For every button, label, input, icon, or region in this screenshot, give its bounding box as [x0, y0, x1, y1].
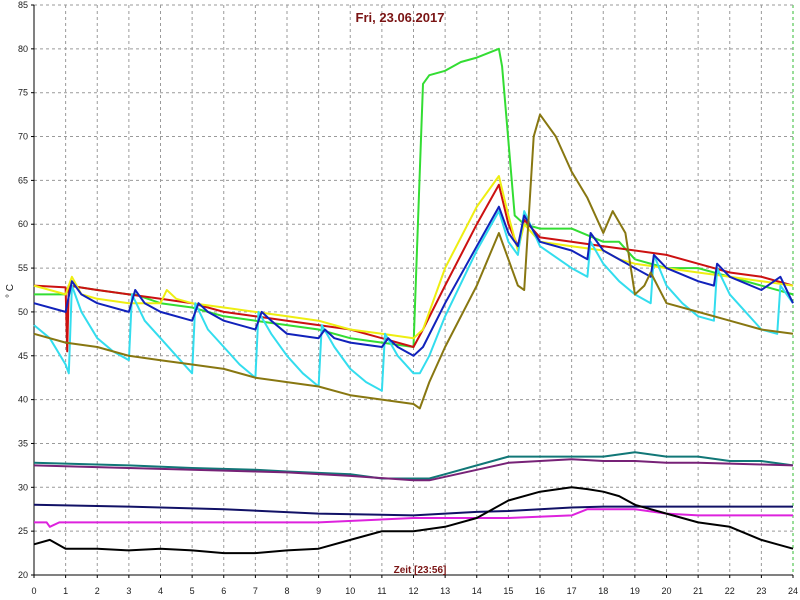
y-tick-label: 30	[18, 482, 28, 492]
grid-lines	[34, 4, 794, 575]
x-tick-label: 4	[158, 586, 163, 596]
x-tick-label: 1	[63, 586, 68, 596]
x-tick-label: 16	[535, 586, 545, 596]
x-tick-labels: 0 1 2 3 4 5 6 7 8 9 10 11 12 13 14 15 16 17 18 19 20 21 22 23 24	[31, 586, 798, 596]
y-tick-label: 55	[18, 263, 28, 273]
x-tick-label: 0	[31, 586, 36, 596]
series-line-6	[33, 113, 794, 410]
y-axis-label: ° C	[5, 284, 16, 298]
temperature-chart: 2025303540455055606570758085 01234567891…	[5, 0, 798, 596]
y-tick-label: 20	[18, 570, 28, 580]
y-tick-label: 35	[18, 438, 28, 448]
x-tick-label: 5	[190, 586, 195, 596]
y-tick-label: 50	[18, 307, 28, 317]
y-tick-label: 70	[18, 132, 28, 142]
y-tick-label: 45	[18, 351, 28, 361]
x-tick-label: 11	[377, 586, 386, 596]
x-tick-label: 7	[253, 586, 258, 596]
x-tick-label: 10	[345, 586, 355, 596]
x-tick-label: 23	[756, 586, 766, 596]
x-tick-label: 17	[567, 586, 577, 596]
y-tick-label: 25	[18, 526, 28, 536]
x-tick-label: 24	[788, 586, 798, 596]
x-tick-label: 9	[316, 586, 321, 596]
x-tick-label: 20	[661, 586, 671, 596]
x-tick-label: 12	[408, 586, 418, 596]
x-tick-label: 8	[284, 586, 289, 596]
y-tick-label: 85	[18, 0, 28, 10]
x-tick-label: 6	[221, 586, 226, 596]
x-tick-label: 18	[598, 586, 608, 596]
x-tick-label: 14	[472, 586, 482, 596]
x-tick-label: 22	[725, 586, 735, 596]
x-tick-label: 19	[630, 586, 640, 596]
axes	[31, 4, 794, 578]
y-tick-label: 80	[18, 44, 28, 54]
y-tick-label: 40	[18, 395, 28, 405]
y-tick-label: 60	[18, 219, 28, 229]
x-tick-label: 15	[503, 586, 513, 596]
chart-title: Fri, 23.06.2017	[356, 10, 445, 25]
x-tick-label: 3	[126, 586, 131, 596]
x-tick-label: 13	[440, 586, 450, 596]
y-tick-label: 75	[18, 88, 28, 98]
x-axis-label: Zeit [23:56]	[394, 565, 447, 576]
x-tick-label: 2	[95, 586, 100, 596]
y-tick-labels: 20 25 30 35 40 45 50 55 60 65 70 75 80 85	[18, 0, 28, 580]
x-tick-label: 21	[693, 586, 703, 596]
y-tick-label: 65	[18, 175, 28, 185]
